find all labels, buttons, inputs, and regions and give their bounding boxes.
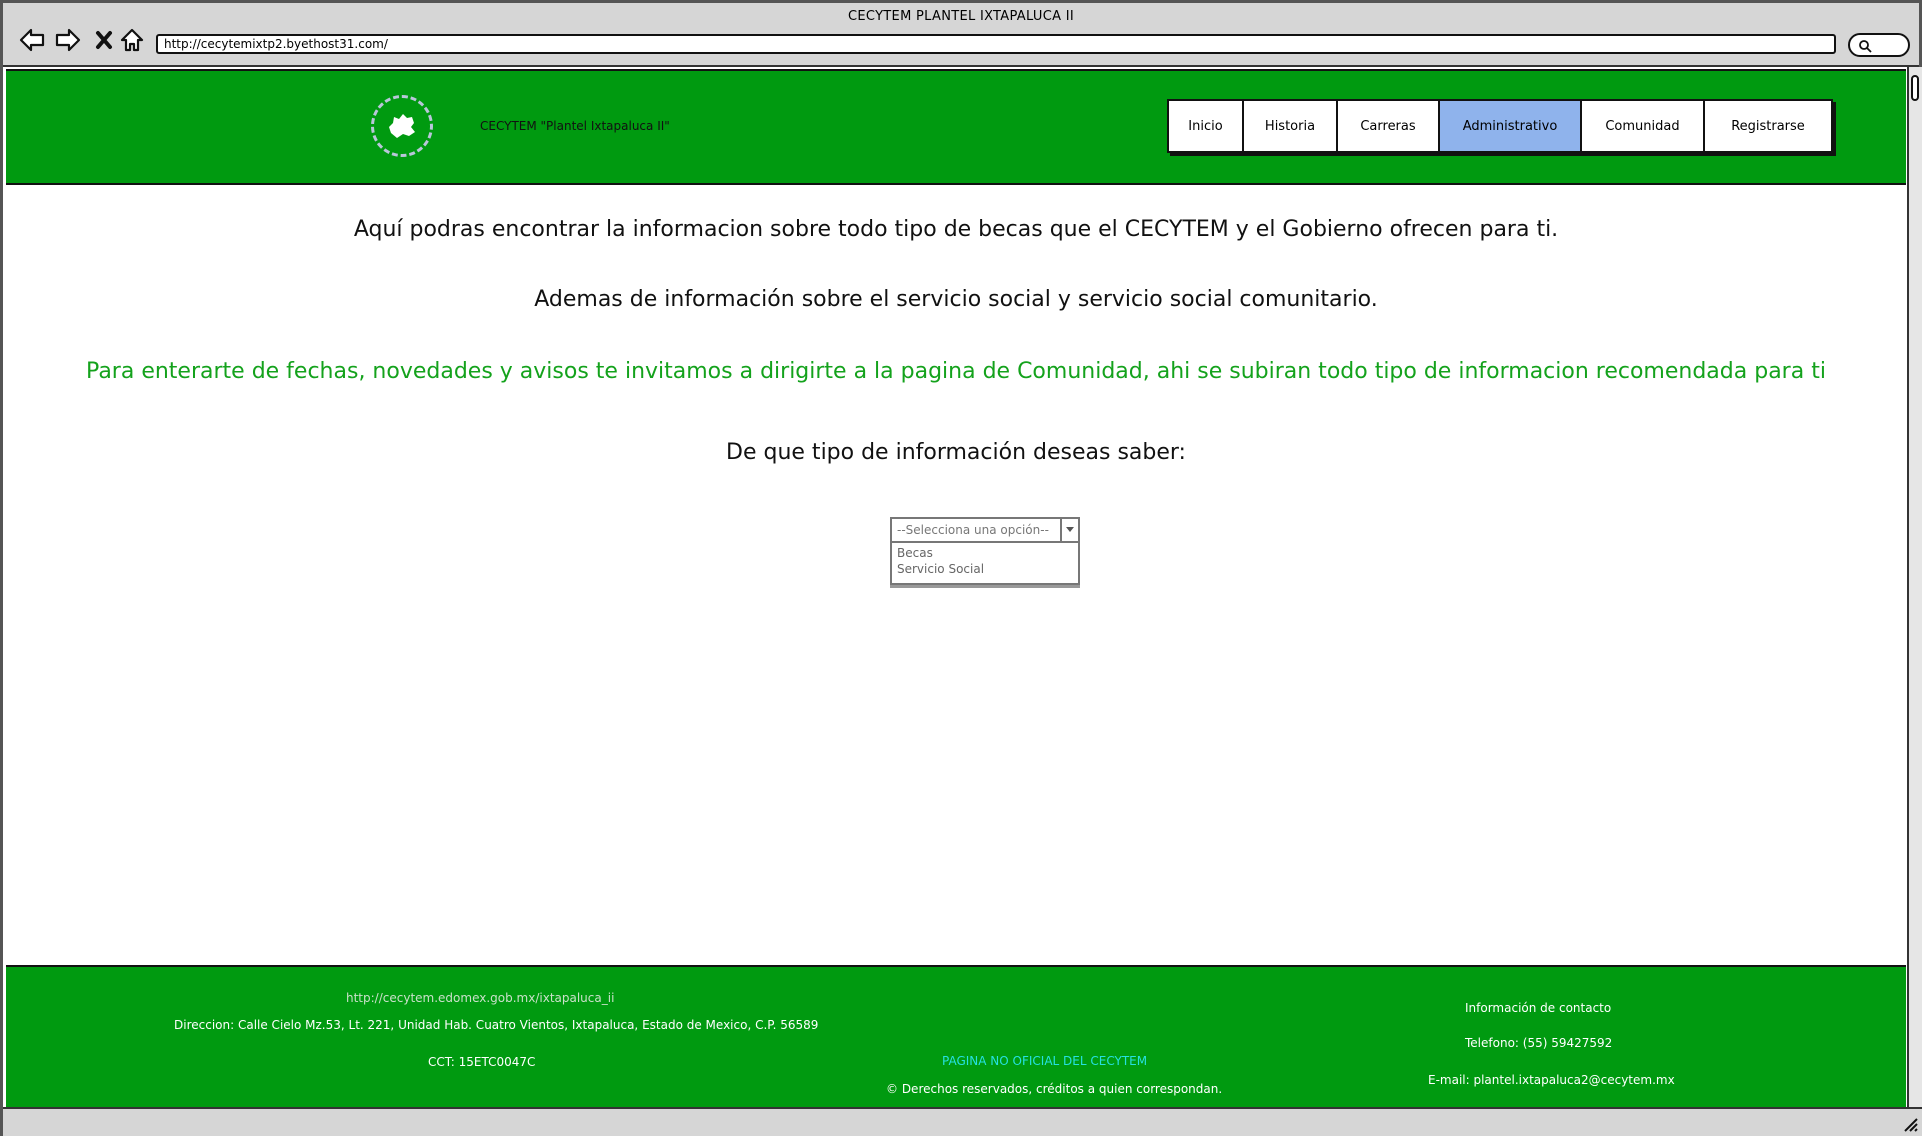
vertical-scrollbar[interactable] [1907, 67, 1922, 1107]
select-dropdown-list: Becas Servicio Social [890, 543, 1080, 585]
school-logo[interactable] [371, 95, 433, 157]
status-bar [3, 1107, 1922, 1136]
menu-item-registrarse[interactable]: Registrarse [1705, 101, 1831, 151]
footer-rights: © Derechos reservados, créditos a quien … [886, 1082, 1223, 1096]
window-title: CECYTEM PLANTEL IXTAPALUCA II [848, 9, 1074, 24]
menu-item-inicio[interactable]: Inicio [1169, 101, 1244, 151]
question-text: De que tipo de información deseas saber: [726, 440, 1186, 465]
site-name: CECYTEM "Plantel Ixtapaluca II" [480, 119, 670, 133]
footer-email: E-mail: plantel.ixtapaluca2@cecytem.mx [1428, 1073, 1675, 1087]
arrow-right-icon [55, 28, 81, 52]
state-map-icon [389, 114, 415, 138]
browser-toolbar: CECYTEM PLANTEL IXTAPALUCA II http://cec… [3, 3, 1919, 67]
main-content: Aquí podras encontrar la informacion sob… [6, 185, 1906, 965]
menu-item-carreras[interactable]: Carreras [1338, 101, 1440, 151]
main-menu: Inicio Historia Carreras Administrativo … [1167, 99, 1833, 153]
info-type-select[interactable]: --Selecciona una opción-- Becas Servicio… [890, 517, 1080, 585]
resize-grip-icon[interactable] [1901, 1115, 1919, 1133]
browser-search-box[interactable] [1848, 33, 1910, 57]
forward-button[interactable] [53, 25, 83, 55]
search-icon [1859, 40, 1872, 53]
chevron-down-icon [1066, 527, 1074, 532]
footer-phone: Telefono: (55) 59427592 [1465, 1036, 1613, 1050]
footer-unofficial: PAGINA NO OFICIAL DEL CECYTEM [942, 1054, 1148, 1068]
site-footer: http://cecytem.edomex.gob.mx/ixtapaluca_… [6, 965, 1906, 1107]
notice-text: Para enterarte de fechas, novedades y av… [86, 359, 1826, 384]
browser-window: CECYTEM PLANTEL IXTAPALUCA II http://cec… [0, 0, 1922, 1136]
home-button[interactable] [117, 25, 147, 55]
close-icon [96, 31, 112, 49]
intro-text-2: Ademas de información sobre el servicio … [534, 287, 1378, 312]
stop-button[interactable] [89, 25, 119, 55]
home-icon [120, 28, 144, 52]
back-button[interactable] [17, 25, 47, 55]
scrollbar-thumb[interactable] [1911, 75, 1919, 101]
footer-cct: CCT: 15ETC0047C [428, 1055, 536, 1069]
select-field[interactable]: --Selecciona una opción-- [890, 517, 1080, 543]
footer-address: Direccion: Calle Cielo Mz.53, Lt. 221, U… [174, 1018, 819, 1032]
arrow-left-icon [19, 28, 45, 52]
option-becas[interactable]: Becas [897, 545, 1078, 561]
select-placeholder: --Selecciona una opción-- [897, 523, 1049, 537]
option-servicio-social[interactable]: Servicio Social [897, 561, 1078, 577]
menu-item-comunidad[interactable]: Comunidad [1582, 101, 1705, 151]
menu-item-administrativo[interactable]: Administrativo [1440, 101, 1582, 151]
intro-text: Aquí podras encontrar la informacion sob… [353, 217, 1559, 242]
address-bar[interactable]: http://cecytemixtp2.byethost31.com/ [156, 34, 1836, 54]
menu-item-historia[interactable]: Historia [1244, 101, 1338, 151]
select-toggle[interactable] [1060, 519, 1078, 541]
footer-contact-title: Información de contacto [1465, 1001, 1612, 1015]
site-header: CECYTEM "Plantel Ixtapaluca II" Inicio H… [6, 69, 1906, 185]
footer-link[interactable]: http://cecytem.edomex.gob.mx/ixtapaluca_… [346, 991, 614, 1005]
